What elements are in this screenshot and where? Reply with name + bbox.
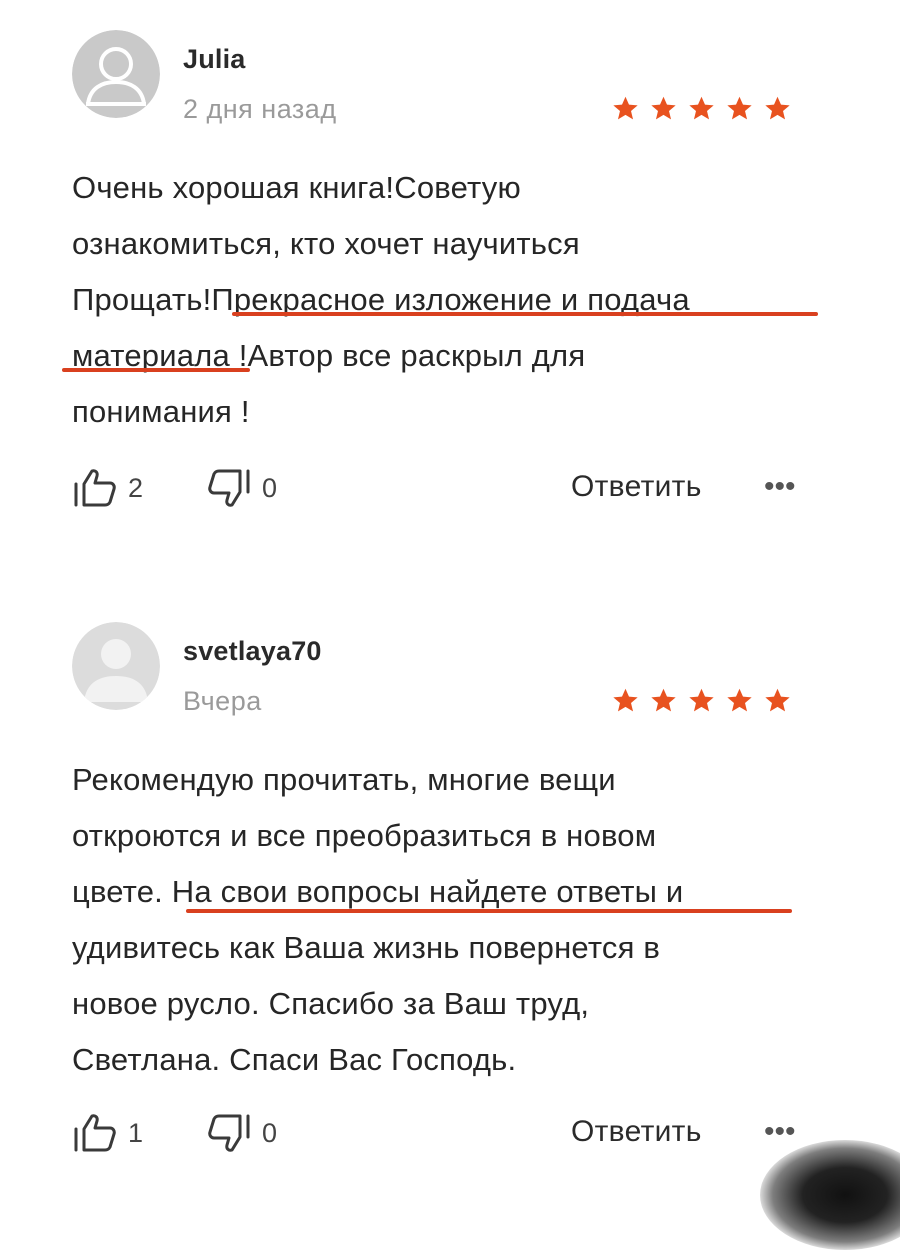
like-button[interactable]: 2 bbox=[72, 468, 143, 508]
review-text-line: новое русло. Спасибо за Ваш труд, bbox=[72, 986, 590, 1021]
review-text-line: Прощать!Прекрасное изложение и подача bbox=[72, 282, 690, 317]
user-placeholder-icon bbox=[72, 622, 160, 710]
star-icon bbox=[651, 688, 676, 712]
thumbs-up-icon bbox=[74, 1114, 116, 1152]
review-text: Очень хорошая книга!Советую ознакомиться… bbox=[72, 160, 832, 440]
rating-stars bbox=[612, 682, 791, 718]
star-icon bbox=[689, 688, 714, 712]
review-text-line: материала !Автор все раскрыл для bbox=[72, 338, 586, 373]
star-icon bbox=[727, 96, 752, 120]
highlight-underline bbox=[232, 312, 818, 316]
review-actions: 2 0 Ответить ••• bbox=[0, 462, 900, 512]
avatar[interactable] bbox=[72, 622, 160, 710]
thumbs-up-icon bbox=[74, 469, 116, 507]
more-options-icon[interactable]: ••• bbox=[764, 1115, 796, 1149]
rating-stars bbox=[612, 90, 791, 126]
user-silhouette-icon bbox=[72, 30, 160, 118]
review-text: Рекомендую прочитать, многие вещи открою… bbox=[72, 752, 832, 1088]
review-author[interactable]: svetlaya70 bbox=[183, 636, 322, 667]
review-date: Вчера bbox=[183, 686, 262, 716]
review-text-line: ознакомиться, кто хочет научиться bbox=[72, 226, 580, 261]
review-date: 2 дня назад bbox=[183, 94, 337, 124]
dislike-count: 0 bbox=[262, 472, 278, 503]
like-count: 2 bbox=[128, 472, 144, 503]
star-icon bbox=[727, 688, 752, 712]
star-icon bbox=[613, 96, 638, 120]
more-options-icon[interactable]: ••• bbox=[764, 470, 796, 504]
review-text-line: Светлана. Спаси Вас Господь. bbox=[72, 1042, 517, 1077]
dislike-count: 0 bbox=[262, 1117, 278, 1148]
thumbs-down-icon bbox=[208, 1114, 250, 1152]
reply-button[interactable]: Ответить bbox=[571, 1115, 702, 1149]
review-author[interactable]: Julia bbox=[183, 44, 246, 75]
review-text-line: Очень хорошая книга!Советую bbox=[72, 170, 521, 205]
highlight-underline bbox=[186, 909, 792, 913]
star-icon bbox=[765, 96, 790, 120]
star-icon bbox=[651, 96, 676, 120]
thumbs-down-icon bbox=[208, 469, 250, 507]
review-text-line: откроются и все преобразиться в новом bbox=[72, 818, 657, 853]
dislike-button[interactable]: 0 bbox=[206, 1113, 277, 1153]
review-text-line: Рекомендую прочитать, многие вещи bbox=[72, 762, 616, 797]
reply-button[interactable]: Ответить bbox=[571, 470, 702, 504]
avatar[interactable] bbox=[72, 30, 160, 118]
review-actions: 1 0 Ответить ••• bbox=[0, 1107, 900, 1157]
like-button[interactable]: 1 bbox=[72, 1113, 143, 1153]
star-icon bbox=[765, 688, 790, 712]
like-count: 1 bbox=[128, 1117, 144, 1148]
highlight-underline bbox=[62, 368, 250, 372]
review-text-line: удивитесь как Ваша жизнь повернется в bbox=[72, 930, 661, 965]
star-icon bbox=[613, 688, 638, 712]
dislike-button[interactable]: 0 bbox=[206, 468, 277, 508]
review-text-line: понимания ! bbox=[72, 394, 250, 429]
star-icon bbox=[689, 96, 714, 120]
